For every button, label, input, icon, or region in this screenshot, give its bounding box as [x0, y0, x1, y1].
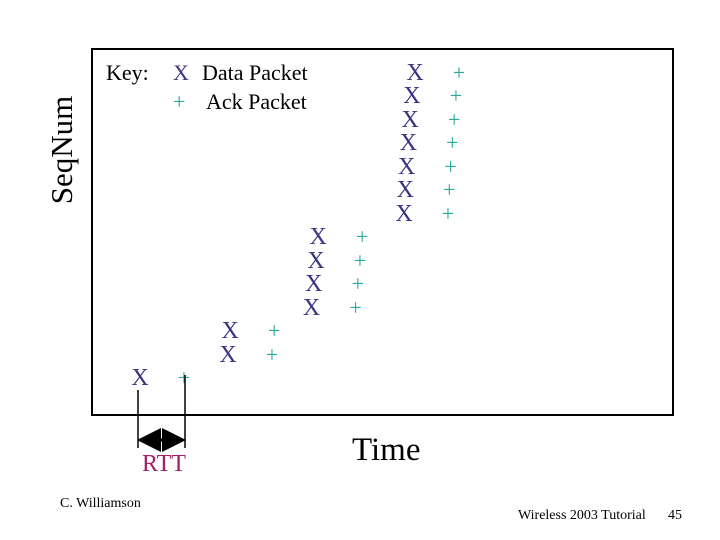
rtt-annotation: [137, 375, 186, 452]
slide: SeqNum Time Key: X Data Packet + Ack Pac…: [0, 0, 720, 540]
rtt-label: RTT: [142, 451, 186, 477]
footer-author: C. Williamson: [60, 496, 141, 511]
footer-title: Wireless 2003 Tutorial: [518, 508, 646, 523]
page-number: 45: [668, 508, 682, 523]
